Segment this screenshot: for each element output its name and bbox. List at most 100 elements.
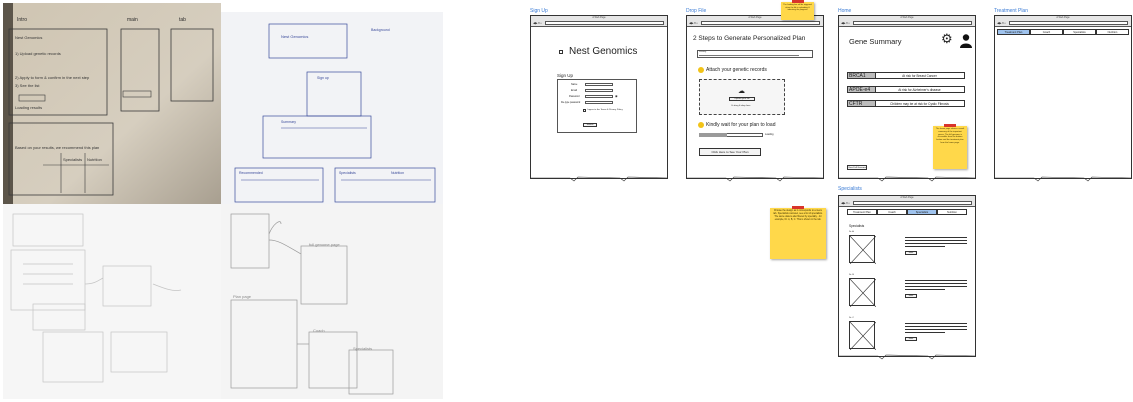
sketch-line: Specialists <box>63 157 83 162</box>
image-placeholder-icon <box>850 322 876 350</box>
sketch-line: Plan page <box>233 294 252 299</box>
pin-icon <box>944 124 956 127</box>
sketch-line: Coach <box>313 328 325 333</box>
image-placeholder-icon <box>850 279 876 307</box>
submit-button[interactable]: Submit <box>583 123 597 127</box>
form-title: Sign Up <box>557 73 574 78</box>
email-field[interactable] <box>585 89 613 92</box>
sketch-photo-bottom-right: full genome page Plan page Coach Special… <box>221 204 443 399</box>
sketch-line: Summary <box>281 120 296 124</box>
browser-chrome: A Web Page ◀▶✕⌂ <box>839 196 975 207</box>
loading-label: Loading <box>765 133 774 136</box>
section-label-drop-file: Drop File <box>686 8 707 14</box>
bio-text <box>905 286 967 288</box>
eye-icon[interactable]: ◉ <box>615 94 618 98</box>
brand-name: Nest Genomics <box>569 46 638 57</box>
see-plan-button[interactable]: Click Here to See Your Plan <box>699 148 761 156</box>
tab-specialists[interactable]: Specialists <box>907 209 937 215</box>
bio-text <box>905 237 967 239</box>
more-button[interactable]: More <box>905 251 917 255</box>
tab-nutrition[interactable]: Nutrition <box>937 209 967 215</box>
sketch-line: 1) Upload genetic records <box>15 51 61 56</box>
sketch-photo-bottom-left <box>3 204 221 399</box>
sticky-note-text: Choose the design as it corresponds to a… <box>773 210 823 221</box>
gene-row[interactable]: BRCA1 At risk for Breast Cancer <box>847 72 965 79</box>
tab-treatment-plan[interactable]: Treatment Plan <box>997 29 1030 35</box>
step-two-label: Kindly wait for your plan to load <box>706 122 776 128</box>
retype-password-field[interactable] <box>585 101 613 104</box>
url-bar[interactable] <box>545 20 664 25</box>
torn-edge <box>686 176 824 182</box>
section-heading: Specialists <box>849 224 865 228</box>
url-bar[interactable] <box>853 20 972 25</box>
window-title: A Web Page <box>900 16 914 19</box>
nav-arrows-icon: ◀▶✕⌂ <box>841 200 850 205</box>
url-bar[interactable] <box>1009 20 1128 25</box>
sketch-line: Recommended <box>239 171 263 175</box>
section-label-treatment-plan: Treatment Plan <box>994 8 1028 14</box>
url-bar[interactable] <box>853 200 972 205</box>
sketch-line: Loading results <box>15 105 43 110</box>
gene-row[interactable]: APOE-e4 At risk for Alzheimer's disease <box>847 86 965 93</box>
pin-icon <box>791 0 804 3</box>
bio-text <box>905 240 967 242</box>
tab-specialists[interactable]: Specialists <box>1063 29 1096 35</box>
wireframe-drop-file: A Web Page ◀▶✕⌂ 2 Steps to Generate Pers… <box>686 15 824 182</box>
sketch-line: 2) Apply to form & confirm in the next s… <box>15 75 90 80</box>
url-bar[interactable] <box>701 20 820 25</box>
bio-text <box>905 323 967 325</box>
sketch-line: Specialists <box>353 346 373 351</box>
section-label-signup: Sign Up <box>530 8 548 14</box>
privacy-text <box>699 55 799 56</box>
step-two-icon <box>698 122 704 128</box>
more-button[interactable]: More <box>905 337 917 341</box>
bio-text <box>905 329 967 331</box>
doctor-name: Dr. B <box>849 274 854 276</box>
doctor-photo-placeholder <box>849 278 876 307</box>
gear-icon[interactable]: ⚙ <box>941 32 953 46</box>
browser-chrome: A Web Page ◀▶✕⌂ <box>995 16 1131 27</box>
bio-text <box>905 326 967 328</box>
sketch-photo-top-right-art <box>221 12 443 204</box>
wireframe-treatment-plan: A Web Page ◀▶✕⌂ Treatment Plan Coach Spe… <box>994 15 1132 182</box>
bio-text <box>905 283 967 285</box>
sticky-note-specialists: Choose the design as it corresponds to a… <box>770 206 826 259</box>
nav-arrows-icon: ◀▶✕⌂ <box>997 20 1006 25</box>
more-button[interactable]: More <box>905 294 917 298</box>
sketch-line: full genome page <box>309 242 340 247</box>
upload-file-button[interactable]: Upload your file <box>729 97 755 101</box>
sketch-photo-top-left-art <box>3 3 221 204</box>
sketch-col-header-tab: tab <box>179 17 186 23</box>
browser-chrome: A Web Page ◀▶✕⌂ <box>839 16 975 27</box>
sketch-line: Nutrition <box>87 157 102 162</box>
torn-edge <box>838 354 976 360</box>
tab-nutrition[interactable]: Nutrition <box>1096 29 1129 35</box>
nav-arrows-icon: ◀▶✕⌂ <box>841 20 850 25</box>
nav-arrows-icon: ◀▶✕⌂ <box>689 20 698 25</box>
field-label: Re-type password <box>561 101 581 104</box>
field-label: Password <box>569 95 580 98</box>
torn-edge <box>994 176 1132 182</box>
bio-text <box>905 332 945 334</box>
gene-code: CFTR <box>848 101 876 107</box>
page-heading: 2 Steps to Generate Personalized Plan <box>693 35 806 42</box>
gene-row[interactable]: CFTR Children may be at risk for Cystic … <box>847 100 965 107</box>
terms-label: I agree to the Terms & Privacy Policy <box>587 109 623 111</box>
tab-coach[interactable]: Coach <box>1030 29 1063 35</box>
gene-code: BRCA1 <box>848 73 876 79</box>
tab-treatment-plan[interactable]: Treatment Plan <box>847 209 877 215</box>
bio-text <box>905 243 967 245</box>
step-one-icon <box>698 67 704 73</box>
user-icon[interactable] <box>960 34 972 48</box>
sticky-note-text: The home page shows a result summary of … <box>935 128 965 144</box>
view-full-genome-button[interactable]: View Full Genome <box>847 165 867 170</box>
password-field[interactable] <box>585 95 613 98</box>
bio-text <box>905 289 945 291</box>
step-one-label: Attach your genetic records <box>706 67 767 73</box>
tab-coach[interactable]: Coach <box>877 209 907 215</box>
torn-edge <box>838 176 976 182</box>
gene-description: Children may be at risk for Cystic Fibro… <box>890 102 949 106</box>
terms-checkbox[interactable] <box>583 109 586 112</box>
name-field[interactable] <box>585 83 613 86</box>
sketch-line: Nutrition <box>391 171 405 175</box>
